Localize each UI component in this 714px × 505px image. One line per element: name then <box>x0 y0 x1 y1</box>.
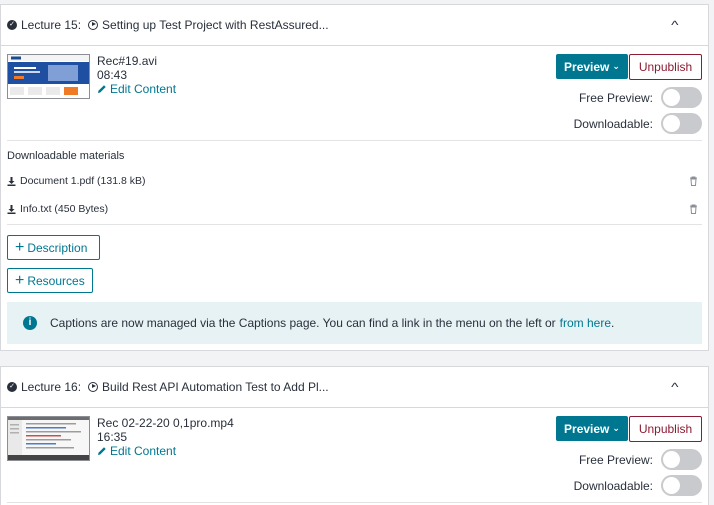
downloadable-label: Downloadable: <box>573 478 653 493</box>
lecture-number: Lecture 16: <box>21 380 82 394</box>
download-icon <box>7 204 16 214</box>
list-item: Document 1.pdf (131.8 kB) <box>7 167 702 195</box>
video-duration: 16:35 <box>97 430 128 444</box>
check-circle-icon: ✓ <box>7 382 17 392</box>
list-item: Info.txt (450 Bytes) <box>7 195 702 223</box>
downloadable-materials: Downloadable materials Document 1.pdf (1… <box>7 141 702 225</box>
chevron-up-icon[interactable]: ^ <box>672 380 679 394</box>
pencil-icon <box>98 85 106 93</box>
chevron-down-icon: ⌄ <box>612 61 620 71</box>
plus-icon: + <box>15 271 25 289</box>
check-circle-icon: ✓ <box>7 20 17 30</box>
edit-content-label: Edit Content <box>110 444 177 458</box>
preview-button[interactable]: Preview ⌄ <box>556 54 628 79</box>
info-text: Captions are now managed via the Caption… <box>50 316 556 330</box>
downloadable-row: Downloadable: <box>574 113 702 134</box>
edit-content-link[interactable]: Edit Content <box>97 82 176 96</box>
free-preview-label: Free Preview: <box>578 452 653 467</box>
free-preview-label: Free Preview: <box>578 90 653 105</box>
material-name[interactable]: Info.txt (450 Bytes) <box>20 203 108 215</box>
video-thumbnail[interactable] <box>7 416 90 461</box>
edit-content-link[interactable]: Edit Content <box>97 444 234 458</box>
info-icon: i <box>23 316 37 330</box>
media-row: Rec 02-22-20 0,1pro.mp4 16:35 Edit Conte… <box>7 408 702 503</box>
video-duration: 08:43 <box>97 68 128 82</box>
lecture-number: Lecture 15: <box>21 18 82 32</box>
media-row: Rec#19.avi 08:43 Edit Content Preview ⌄ … <box>7 46 702 141</box>
lecture-card: ✓ Lecture 16: Build Rest API Automation … <box>0 366 709 505</box>
lecture-header[interactable]: ✓ Lecture 16: Build Rest API Automation … <box>1 367 708 408</box>
captions-link[interactable]: from here <box>560 316 611 330</box>
downloadable-materials-title: Downloadable materials <box>7 150 125 162</box>
resources-label: Resources <box>27 273 85 288</box>
unpublish-button[interactable]: Unpublish <box>629 54 702 80</box>
video-file-name: Rec#19.avi <box>97 54 158 68</box>
edit-content-label: Edit Content <box>110 82 177 96</box>
video-file-name: Rec 02-22-20 0,1pro.mp4 <box>97 416 234 430</box>
chevron-down-icon: ⌄ <box>612 423 620 433</box>
divider <box>7 224 702 225</box>
description-label: Description <box>27 240 88 255</box>
lecture-title: Build Rest API Automation Test to Add Pl… <box>102 380 329 394</box>
add-description-button[interactable]: + Description <box>7 235 100 260</box>
trash-icon[interactable] <box>689 204 698 214</box>
downloadable-label: Downloadable: <box>573 116 653 131</box>
trash-icon[interactable] <box>689 176 698 186</box>
unpublish-button[interactable]: Unpublish <box>629 416 702 442</box>
video-thumbnail[interactable] <box>7 54 90 99</box>
chevron-up-icon[interactable]: ^ <box>672 18 679 32</box>
downloadable-toggle[interactable] <box>661 475 702 496</box>
preview-button[interactable]: Preview ⌄ <box>556 416 628 441</box>
free-preview-row: Free Preview: <box>579 87 702 108</box>
downloadable-toggle[interactable] <box>661 113 702 134</box>
free-preview-toggle[interactable] <box>661 87 702 108</box>
captions-info-alert: i Captions are now managed via the Capti… <box>7 302 702 344</box>
pencil-icon <box>98 447 106 455</box>
lecture-title: Setting up Test Project with RestAssured… <box>102 18 329 32</box>
preview-label: Preview <box>564 421 610 436</box>
play-circle-icon <box>88 382 99 392</box>
plus-icon: + <box>15 238 25 256</box>
lecture-header[interactable]: ✓ Lecture 15: Setting up Test Project wi… <box>1 5 708 46</box>
free-preview-row: Free Preview: <box>579 449 702 470</box>
download-icon <box>7 176 16 186</box>
material-name[interactable]: Document 1.pdf (131.8 kB) <box>20 175 145 187</box>
info-text-end: . <box>611 316 615 330</box>
downloadable-row: Downloadable: <box>574 475 702 496</box>
add-resources-button[interactable]: + Resources <box>7 268 93 293</box>
play-circle-icon <box>88 20 99 30</box>
lecture-card: ✓ Lecture 15: Setting up Test Project wi… <box>0 4 709 351</box>
preview-label: Preview <box>564 59 610 74</box>
free-preview-toggle[interactable] <box>661 449 702 470</box>
